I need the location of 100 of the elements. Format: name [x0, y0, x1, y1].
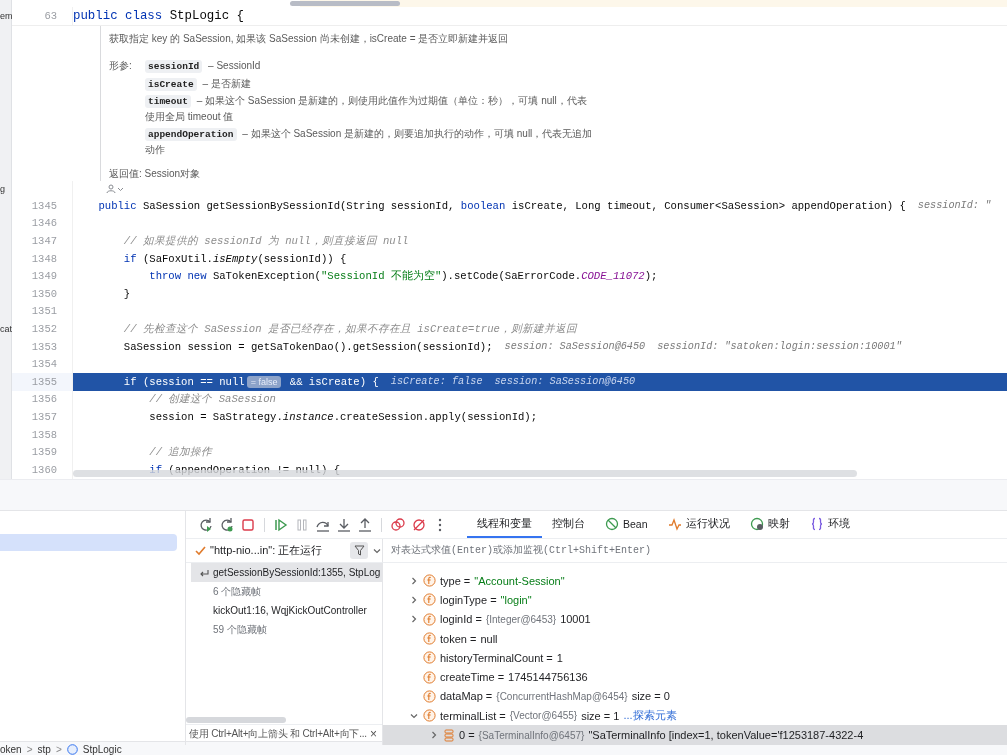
- param-description: appendOperation – 如果这个 SaSession 是新建的，则要追加执行的动作，可填 null，代表无追加动作: [145, 127, 594, 157]
- code-text: if (appendOperation != null) {: [148, 463, 340, 476]
- code-text: throw new SaTokenException("SessionId 不能为空").setCode(SaErrorCode.CODE_11072);: [148, 269, 658, 284]
- line-number: 1358: [31, 428, 57, 441]
- panel-label: cat: [0, 323, 12, 334]
- tab[interactable]: Bean: [595, 511, 658, 538]
- mute-breakpoints-icon[interactable]: [411, 516, 427, 533]
- stack-frame[interactable]: 59 个隐藏帧: [186, 620, 382, 639]
- doc-label: 返回值:: [109, 168, 142, 179]
- line-number: 1360: [31, 463, 57, 476]
- line-number: 1356: [31, 393, 57, 406]
- mapping-icon: [749, 516, 764, 531]
- breakpoints-icon[interactable]: [390, 516, 406, 533]
- breadcrumb-separator: >: [55, 743, 62, 755]
- line-number: 1355: [31, 375, 57, 388]
- code-text: && isCreate) {: [288, 375, 379, 388]
- step-into-icon[interactable]: [336, 516, 352, 533]
- variable-row[interactable]: 0 = {SaTerminalInfo@6457} "SaTerminalInfo [index=1, tokenValue='f1253187-4322-4: [383, 725, 1007, 745]
- code-text: SaSession session = getSaTokenDao().getSession(sessionId);: [122, 340, 493, 353]
- inline-value-hint: session: SaSession@6450: [494, 376, 636, 388]
- author-icon[interactable]: [106, 184, 124, 194]
- breadcrumb-item[interactable]: StpLogic: [82, 743, 122, 755]
- line-number: 1352: [31, 322, 57, 335]
- line-number: 1346: [31, 217, 57, 230]
- param-description: timeout – 如果这个 SaSession 是新建的，则使用此值作为过期值（单位：秒），可填 null，代表使用全局 timeout 值: [145, 94, 588, 124]
- variable-row[interactable]: dataMap = {ConcurrentHashMap@6454} size = 0: [383, 686, 1007, 707]
- step-out-icon[interactable]: [357, 516, 373, 533]
- stop-icon[interactable]: [240, 516, 256, 533]
- field-icon: [423, 689, 436, 703]
- bean-icon: [605, 516, 619, 531]
- chevron-right-icon[interactable]: [409, 614, 419, 625]
- thread-selector[interactable]: "http-nio...in": 正在运行: [210, 543, 323, 558]
- filter-icon: [353, 545, 365, 556]
- code-text: if (SaFoxUtil.isEmpty(sessionId)) {: [122, 252, 347, 265]
- filter-button[interactable]: [350, 542, 368, 559]
- doc-return: Session对象: [144, 168, 201, 179]
- breadcrumb-separator: >: [26, 743, 33, 755]
- doc-label: 形参:: [109, 60, 132, 71]
- line-number: 1354: [31, 358, 57, 371]
- tab[interactable]: 控制台: [542, 511, 595, 538]
- variable-row[interactable]: terminalList = {Vector@6455} size = 1 ...探索元素: [383, 706, 1007, 726]
- chevron-right-icon[interactable]: [429, 730, 439, 740]
- variable-row[interactable]: createTime = 1745144756136: [383, 667, 1007, 687]
- variable-row[interactable]: token = null: [383, 628, 1007, 649]
- line-number: 1348: [31, 252, 57, 265]
- field-icon: [423, 593, 436, 607]
- inline-value-badge: = false: [246, 375, 282, 388]
- variable-row[interactable]: loginId = {Integer@6453} 10001: [383, 609, 1007, 629]
- breadcrumb-item[interactable]: oken: [0, 743, 22, 755]
- rerun-icon[interactable]: [198, 516, 214, 533]
- resume-icon[interactable]: [273, 516, 289, 533]
- inline-value-hint: session: SaSession@6450: [504, 341, 646, 353]
- hint-text: 使用 Ctrl+Alt+向上箭头 和 Ctrl+Alt+向下...: [189, 726, 367, 741]
- variable-row[interactable]: type = "Account-Session": [383, 571, 1007, 591]
- line-number: 1350: [31, 287, 57, 300]
- breadcrumb-item[interactable]: stp: [37, 743, 51, 755]
- code-text: public class StpLogic {: [73, 9, 245, 23]
- restart-debug-icon[interactable]: [219, 516, 235, 533]
- line-number: 1349: [31, 270, 57, 283]
- line-number: 1357: [31, 410, 57, 423]
- stack-frame[interactable]: 6 个隐藏帧: [186, 582, 382, 601]
- code-text: session = SaStrategy.instance.createSession.apply(sessionId);: [148, 410, 538, 423]
- field-icon: [423, 651, 436, 665]
- code-text: // 创建这个 SaSession: [148, 392, 276, 407]
- field-icon: [423, 670, 436, 684]
- field-icon: [423, 612, 436, 626]
- param-description: sessionId – SessionId: [145, 58, 595, 74]
- chevron-right-icon[interactable]: [409, 575, 419, 586]
- field-icon: [423, 574, 436, 588]
- explore-link[interactable]: ...探索元素: [623, 708, 677, 724]
- code-text: public SaSession getSessionBySessionId(String sessionId, boolean isCreate, Long timeout, Consumer<SaSession> appendOperation) {: [97, 199, 906, 212]
- line-number: 1353: [31, 340, 57, 353]
- stack-frame[interactable]: kickOut1:16, WqjKickOutController: [186, 601, 382, 620]
- variable-row[interactable]: historyTerminalCount = 1: [383, 648, 1007, 668]
- inline-value-hint: isCreate: false: [390, 376, 483, 388]
- stack-frame[interactable]: getSessionBySessionId:1355, StpLog: [191, 563, 382, 582]
- code-text: }: [122, 287, 131, 300]
- chevron-right-icon[interactable]: [409, 594, 419, 605]
- line-number: 1345: [31, 199, 57, 212]
- array-element-icon: [443, 728, 455, 742]
- class-icon: [66, 743, 78, 755]
- inline-value-hint: sessionId: "satoken:login:session:10001": [657, 341, 902, 353]
- panel-label: em: [0, 11, 13, 21]
- tab[interactable]: 运行状况: [657, 511, 740, 538]
- tab[interactable]: 映射: [739, 511, 800, 538]
- variable-row[interactable]: loginType = "login": [383, 590, 1007, 610]
- close-button[interactable]: ×: [369, 726, 377, 741]
- code-text: // 追加操作: [148, 445, 213, 460]
- tab[interactable]: 环境: [799, 511, 860, 538]
- doc-summary: 获取指定 key 的 SaSession, 如果该 SaSession 尚未创建，isCreate = 是否立即新建并返回: [109, 33, 509, 44]
- check-icon: [194, 544, 206, 557]
- pulse-icon: [667, 516, 682, 531]
- code-text: if (session == null: [122, 375, 245, 388]
- line-number: 63: [44, 10, 57, 22]
- inline-value-hint: sessionId: ": [917, 200, 992, 212]
- braces-icon: [809, 516, 824, 531]
- line-number: 1359: [31, 446, 57, 459]
- param-description: isCreate – 是否新建: [145, 75, 595, 91]
- field-icon: [423, 709, 436, 723]
- code-text: // 如果提供的 sessionId 为 null，则直接返回 null: [122, 234, 409, 248]
